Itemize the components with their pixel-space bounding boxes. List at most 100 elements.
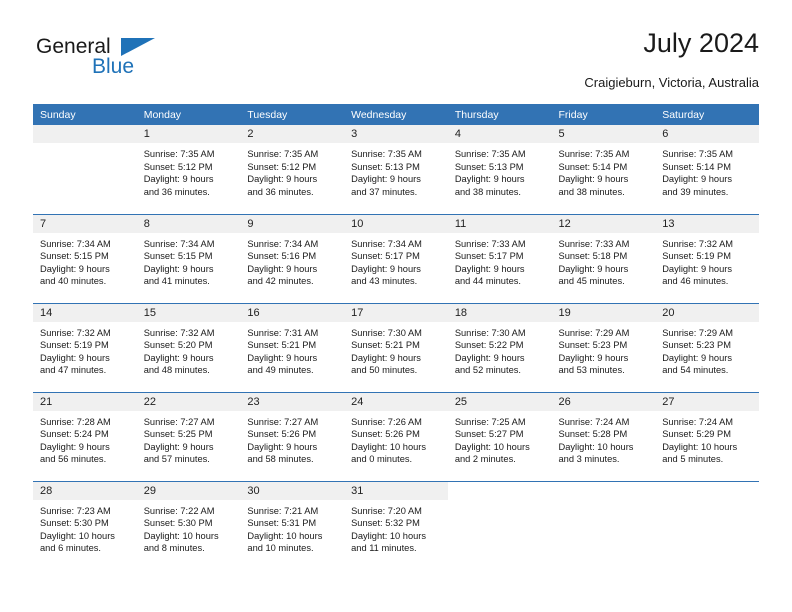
day-daylight-a-text: Daylight: 10 hours: [143, 530, 219, 541]
day-daylight-b-text: and 8 minutes.: [143, 543, 205, 554]
calendar-body: 1 Sunrise: 7:35 AM Sunset: 5:12 PM Daylight…: [33, 125, 759, 570]
calendar-day-cell[interactable]: 30 Sunrise: 7:21 AM Sunset: 5:31 PM Dayligh…: [240, 480, 345, 570]
calendar-week-row: 1 Sunrise: 7:35 AM Sunset: 5:12 PM Daylight…: [33, 125, 759, 214]
day-daylight-a-text: Daylight: 9 hours: [662, 174, 732, 185]
day-sun-info: Sunrise: 7:34 AM Sunset: 5:15 PM Daylight:…: [137, 233, 241, 288]
calendar-day-cell[interactable]: 15 Sunrise: 7:32 AM Sunset: 5:20 PM Dayligh…: [136, 302, 241, 392]
day-daylight-a-text: Daylight: 9 hours: [247, 174, 318, 185]
day-daylight-a-text: Daylight: 9 hours: [558, 263, 629, 274]
calendar-day-cell[interactable]: 27 Sunrise: 7:24 AM Sunset: 5:29 PM Dayligh…: [655, 391, 759, 481]
day-daylight-a-text: Daylight: 9 hours: [143, 441, 214, 452]
day-sun-info: Sunrise: 7:25 AM Sunset: 5:27 PM Daylight:…: [448, 411, 552, 466]
day-sunset-text: Sunset: 5:17 PM: [351, 251, 420, 262]
day-sun-info: Sunrise: 7:24 AM Sunset: 5:29 PM Daylight:…: [655, 411, 759, 466]
calendar-day-cell[interactable]: 11 Sunrise: 7:33 AM Sunset: 5:17 PM Dayligh…: [447, 213, 552, 303]
calendar-day-cell[interactable]: 31 Sunrise: 7:20 AM Sunset: 5:32 PM Dayligh…: [344, 480, 448, 570]
day-daylight-b-text: and 5 minutes.: [662, 454, 724, 465]
day-sunrise-text: Sunrise: 7:34 AM: [351, 238, 422, 249]
day-daylight-b-text: and 53 minutes.: [558, 365, 625, 376]
day-sunset-text: Sunset: 5:31 PM: [247, 518, 317, 529]
weekday-header-sunday: Sunday: [33, 104, 137, 125]
calendar-day-cell[interactable]: 16 Sunrise: 7:31 AM Sunset: 5:21 PM Dayligh…: [240, 302, 345, 392]
day-sunset-text: Sunset: 5:20 PM: [143, 340, 213, 351]
calendar-day-cell[interactable]: 26 Sunrise: 7:24 AM Sunset: 5:28 PM Dayligh…: [551, 391, 656, 481]
day-sun-info: Sunrise: 7:34 AM Sunset: 5:16 PM Daylight:…: [240, 233, 344, 288]
day-sun-info: Sunrise: 7:35 AM Sunset: 5:13 PM Daylight:…: [448, 143, 552, 198]
calendar-day-cell[interactable]: 13 Sunrise: 7:32 AM Sunset: 5:19 PM Dayligh…: [655, 213, 759, 303]
day-sunset-text: Sunset: 5:14 PM: [662, 161, 731, 172]
day-daylight-a-text: Daylight: 10 hours: [351, 441, 427, 452]
calendar-day-cell[interactable]: 4 Sunrise: 7:35 AM Sunset: 5:13 PM Daylight…: [447, 125, 552, 214]
calendar-grid: Sunday Monday Tuesday Wednesday Thursday…: [33, 104, 759, 570]
calendar-day-cell[interactable]: 14 Sunrise: 7:32 AM Sunset: 5:19 PM Dayligh…: [33, 302, 137, 392]
calendar-day-cell[interactable]: 19 Sunrise: 7:29 AM Sunset: 5:23 PM Dayligh…: [551, 302, 656, 392]
calendar-day-cell[interactable]: 1 Sunrise: 7:35 AM Sunset: 5:12 PM Daylight…: [136, 125, 241, 214]
page-header: General Blue July 2024 Craigieburn, Vict…: [33, 28, 759, 98]
day-sunset-text: Sunset: 5:23 PM: [558, 340, 628, 351]
calendar-day-cell[interactable]: 21 Sunrise: 7:28 AM Sunset: 5:24 PM Dayligh…: [33, 391, 137, 481]
calendar-header-row: Sunday Monday Tuesday Wednesday Thursday…: [33, 104, 759, 125]
calendar-day-cell[interactable]: 9 Sunrise: 7:34 AM Sunset: 5:16 PM Daylight…: [240, 213, 345, 303]
day-sun-info: Sunrise: 7:24 AM Sunset: 5:28 PM Daylight:…: [552, 411, 656, 466]
day-sunset-text: Sunset: 5:27 PM: [454, 429, 524, 440]
day-sun-info: Sunrise: 7:26 AM Sunset: 5:26 PM Daylight:…: [344, 411, 448, 466]
calendar-day-cell[interactable]: 8 Sunrise: 7:34 AM Sunset: 5:15 PM Daylight…: [136, 213, 241, 303]
calendar-day-cell[interactable]: 12 Sunrise: 7:33 AM Sunset: 5:18 PM Dayligh…: [551, 213, 656, 303]
day-daylight-a-text: Daylight: 10 hours: [558, 441, 634, 452]
day-daylight-a-text: Daylight: 10 hours: [351, 530, 427, 541]
day-number: 18: [447, 303, 552, 322]
weekday-header-saturday: Saturday: [655, 104, 759, 125]
day-daylight-a-text: Daylight: 9 hours: [247, 352, 318, 363]
day-sunrise-text: Sunrise: 7:23 AM: [40, 505, 111, 516]
day-sunset-text: Sunset: 5:23 PM: [662, 340, 731, 351]
day-number: 1: [136, 125, 241, 143]
weekday-header-wednesday: Wednesday: [344, 104, 448, 125]
calendar-day-cell[interactable]: 20 Sunrise: 7:29 AM Sunset: 5:23 PM Dayligh…: [655, 302, 759, 392]
day-sunset-text: Sunset: 5:16 PM: [247, 251, 317, 262]
day-sun-info: Sunrise: 7:33 AM Sunset: 5:18 PM Daylight:…: [552, 233, 656, 288]
day-daylight-b-text: and 38 minutes.: [454, 186, 521, 197]
calendar-day-cell[interactable]: 25 Sunrise: 7:25 AM Sunset: 5:27 PM Dayligh…: [447, 391, 552, 481]
day-daylight-b-text: and 3 minutes.: [558, 454, 620, 465]
calendar-week-row: 28 Sunrise: 7:23 AM Sunset: 5:30 PM Dayligh…: [33, 480, 759, 570]
calendar-day-cell[interactable]: 29 Sunrise: 7:22 AM Sunset: 5:30 PM Dayligh…: [136, 480, 241, 570]
day-number: 27: [655, 392, 759, 411]
general-blue-logo[interactable]: General Blue: [33, 36, 193, 86]
day-daylight-b-text: and 49 minutes.: [247, 365, 314, 376]
calendar-day-cell[interactable]: 23 Sunrise: 7:27 AM Sunset: 5:26 PM Dayligh…: [240, 391, 345, 481]
calendar-day-cell[interactable]: 18 Sunrise: 7:30 AM Sunset: 5:22 PM Dayligh…: [447, 302, 552, 392]
day-sunset-text: Sunset: 5:26 PM: [247, 429, 317, 440]
day-sun-info: Sunrise: 7:33 AM Sunset: 5:17 PM Daylight:…: [448, 233, 552, 288]
day-daylight-a-text: Daylight: 10 hours: [40, 530, 115, 541]
calendar-day-cell[interactable]: 3 Sunrise: 7:35 AM Sunset: 5:13 PM Daylight…: [344, 125, 448, 214]
calendar-day-cell[interactable]: 2 Sunrise: 7:35 AM Sunset: 5:12 PM Daylight…: [240, 125, 345, 214]
day-daylight-a-text: Daylight: 9 hours: [454, 352, 525, 363]
day-sunrise-text: Sunrise: 7:32 AM: [143, 327, 215, 338]
day-number: 13: [655, 214, 759, 233]
day-number: 12: [551, 214, 656, 233]
day-sunrise-text: Sunrise: 7:24 AM: [662, 416, 734, 427]
day-sunrise-text: Sunrise: 7:29 AM: [558, 327, 630, 338]
calendar-week-row: 14 Sunrise: 7:32 AM Sunset: 5:19 PM Dayligh…: [33, 302, 759, 392]
day-number: [33, 125, 137, 143]
calendar-day-cell[interactable]: 28 Sunrise: 7:23 AM Sunset: 5:30 PM Dayligh…: [33, 480, 137, 570]
day-sunset-text: Sunset: 5:15 PM: [143, 251, 213, 262]
day-sunrise-text: Sunrise: 7:27 AM: [247, 416, 319, 427]
calendar-week-row: 21 Sunrise: 7:28 AM Sunset: 5:24 PM Dayligh…: [33, 391, 759, 481]
calendar-day-cell[interactable]: 5 Sunrise: 7:35 AM Sunset: 5:14 PM Daylight…: [551, 125, 656, 214]
day-daylight-a-text: Daylight: 9 hours: [40, 352, 110, 363]
day-daylight-b-text: and 50 minutes.: [351, 365, 418, 376]
day-sun-info: Sunrise: 7:35 AM Sunset: 5:12 PM Daylight:…: [240, 143, 344, 198]
calendar-day-cell[interactable]: 17 Sunrise: 7:30 AM Sunset: 5:21 PM Dayligh…: [344, 302, 448, 392]
calendar-day-cell[interactable]: 10 Sunrise: 7:34 AM Sunset: 5:17 PM Dayligh…: [344, 213, 448, 303]
day-daylight-b-text: and 47 minutes.: [40, 365, 107, 376]
day-number: 20: [655, 303, 759, 322]
day-sunrise-text: Sunrise: 7:20 AM: [351, 505, 422, 516]
day-sunrise-text: Sunrise: 7:31 AM: [247, 327, 319, 338]
day-sunset-text: Sunset: 5:29 PM: [662, 429, 731, 440]
day-daylight-a-text: Daylight: 9 hours: [143, 263, 214, 274]
calendar-day-cell[interactable]: 7 Sunrise: 7:34 AM Sunset: 5:15 PM Daylight…: [33, 213, 137, 303]
calendar-day-cell[interactable]: 24 Sunrise: 7:26 AM Sunset: 5:26 PM Dayligh…: [344, 391, 448, 481]
calendar-day-cell[interactable]: 22 Sunrise: 7:27 AM Sunset: 5:25 PM Dayligh…: [136, 391, 241, 481]
calendar-day-cell[interactable]: 6 Sunrise: 7:35 AM Sunset: 5:14 PM Daylight…: [655, 125, 759, 214]
